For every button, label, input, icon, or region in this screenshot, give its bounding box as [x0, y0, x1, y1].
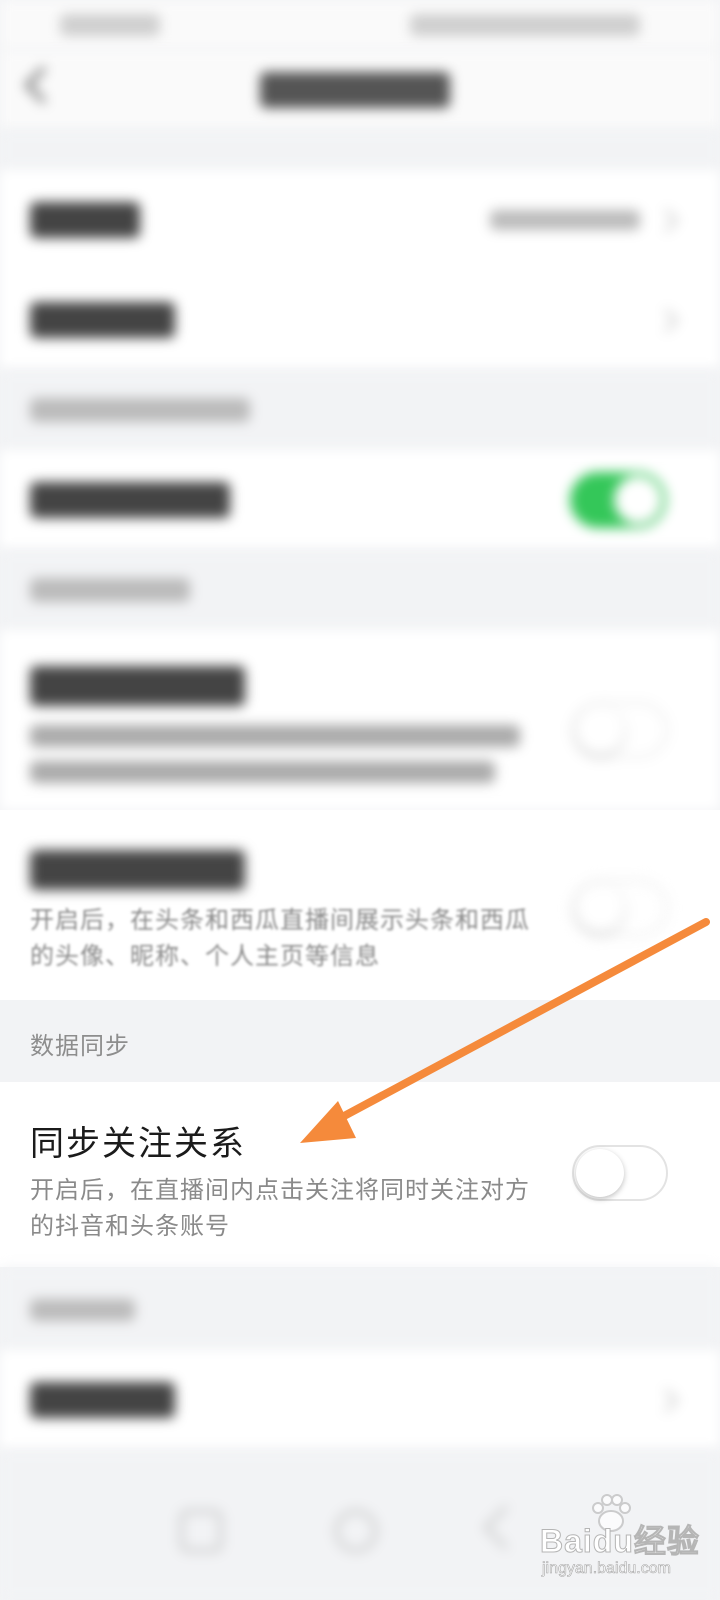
- watermark-url: jingyan.baidu.com: [542, 1560, 672, 1578]
- annotation-arrow: [300, 918, 710, 1143]
- watermark: Baidu经验 jingyan.baidu.com: [536, 1488, 716, 1598]
- watermark-brand: Baidu经验: [540, 1523, 700, 1560]
